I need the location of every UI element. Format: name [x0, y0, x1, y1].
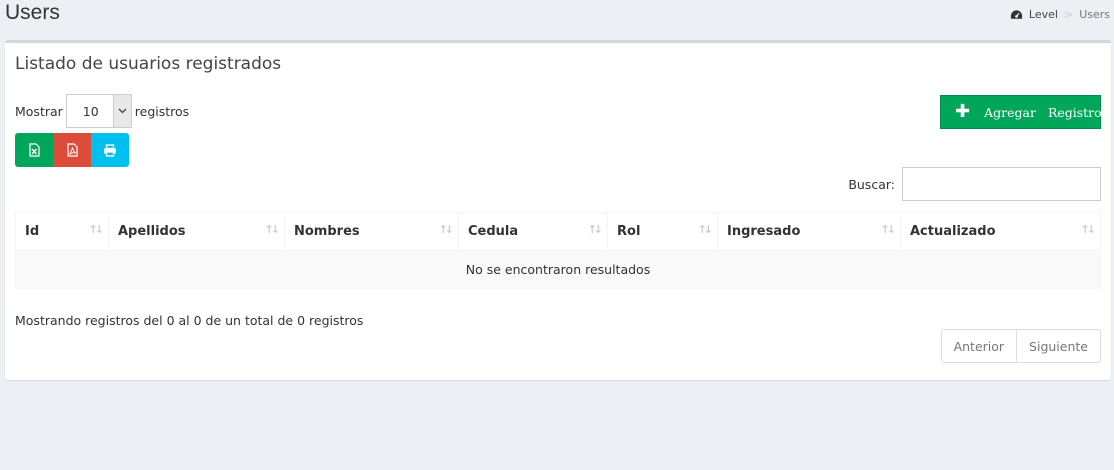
plus-icon: ✚	[955, 101, 971, 122]
column-label: Id	[25, 224, 40, 239]
sort-icon: ↑↓	[697, 223, 714, 236]
sort-icon: ↑↓	[264, 223, 281, 236]
content-header: Users Level > Users	[0, 0, 1114, 40]
chevron-down-icon	[112, 95, 131, 127]
column-header-actualizado[interactable]: Actualizado ↑↓	[900, 212, 1101, 251]
pdf-icon	[66, 143, 78, 157]
breadcrumb: Level > Users	[1010, 8, 1110, 21]
breadcrumb-current: Users	[1079, 8, 1110, 21]
column-header-id[interactable]: Id ↑↓	[15, 212, 109, 251]
length-value: 10	[82, 103, 99, 119]
table-row: No se encontraron resultados	[15, 250, 1101, 289]
next-page-button[interactable]: Siguiente	[1017, 329, 1101, 363]
add-record-button[interactable]: ✚ Agregar Registro	[940, 95, 1102, 129]
search-input[interactable]	[902, 167, 1101, 201]
empty-message: No se encontraron resultados	[15, 250, 1101, 289]
print-button[interactable]	[91, 133, 129, 167]
search-label: Buscar:	[848, 176, 895, 192]
column-label: Rol	[617, 224, 641, 239]
column-label: Actualizado	[910, 224, 996, 239]
breadcrumb-home[interactable]: Level	[1029, 8, 1058, 21]
table-header-row: Id ↑↓ Apellidos ↑↓ Nombres ↑↓ Cedula ↑↓ …	[15, 212, 1101, 251]
previous-page-button[interactable]: Anterior	[940, 329, 1018, 363]
dashboard-icon	[1010, 9, 1022, 19]
column-label: Ingresado	[727, 224, 801, 239]
sort-asc-icon: ↑↓	[88, 223, 105, 236]
users-box: Listado de usuarios registrados Mostrar …	[5, 40, 1111, 380]
sort-icon: ↑↓	[438, 223, 455, 236]
sort-icon: ↑↓	[587, 223, 604, 236]
column-header-rol[interactable]: Rol ↑↓	[607, 212, 718, 251]
add-button-label-1: Agregar	[984, 104, 1036, 120]
breadcrumb-separator: >	[1063, 8, 1074, 21]
column-label: Apellidos	[118, 224, 186, 239]
add-button-label-2: Registro	[1047, 104, 1102, 120]
sort-icon: ↑↓	[880, 223, 897, 236]
page-title: Users	[5, 1, 60, 24]
box-title: Listado de usuarios registrados	[15, 54, 282, 74]
length-select[interactable]: 10	[65, 94, 132, 128]
export-buttons	[15, 133, 129, 167]
search-control: Buscar:	[848, 167, 1101, 201]
column-header-ingresado[interactable]: Ingresado ↑↓	[717, 212, 901, 251]
column-label: Nombres	[294, 224, 360, 239]
column-header-apellidos[interactable]: Apellidos ↑↓	[108, 212, 285, 251]
pagination: Anterior Siguiente	[940, 329, 1101, 363]
export-pdf-button[interactable]	[53, 133, 91, 167]
export-excel-button[interactable]	[15, 133, 53, 167]
print-icon	[104, 143, 116, 157]
length-prefix: Mostrar	[15, 103, 63, 119]
column-header-nombres[interactable]: Nombres ↑↓	[284, 212, 459, 251]
length-control: Mostrar 10 registros	[15, 94, 189, 128]
length-suffix: registros	[134, 103, 190, 119]
column-header-cedula[interactable]: Cedula ↑↓	[458, 212, 608, 251]
table-info: Mostrando registros del 0 al 0 de un tot…	[15, 313, 364, 328]
excel-icon	[28, 143, 40, 157]
sort-icon: ↑↓	[1080, 223, 1097, 236]
users-table: Id ↑↓ Apellidos ↑↓ Nombres ↑↓ Cedula ↑↓ …	[15, 212, 1101, 289]
column-label: Cedula	[468, 224, 519, 239]
